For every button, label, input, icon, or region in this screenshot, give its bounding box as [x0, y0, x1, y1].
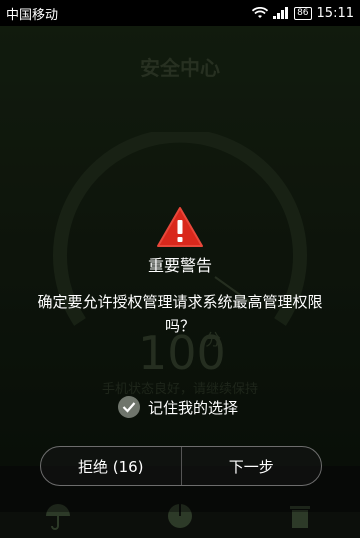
dialog-title: 重要警告 [147, 256, 212, 275]
status-icons: 86 15:11 [252, 6, 354, 21]
reject-button[interactable]: 拒绝 (16) [41, 447, 182, 485]
next-step-button[interactable]: 下一步 [182, 447, 322, 485]
status-bar: 中国移动 86 15:11 [0, 0, 360, 26]
checkmark-icon [118, 396, 140, 418]
remember-choice-label: 记住我的选择 [148, 398, 239, 417]
signal-icon [273, 7, 289, 19]
wifi-icon [252, 7, 269, 18]
dialog-button-row: 拒绝 (16) 下一步 [40, 446, 322, 486]
warning-icon [157, 207, 203, 247]
dialog-message: 确定要允许授权管理请求系统最高管理权限吗？ [37, 293, 323, 335]
remember-choice-checkbox[interactable]: 记住我的选择 [118, 396, 238, 418]
warning-dialog: 重要警告 确定要允许授权管理请求系统最高管理权限吗？ 记住我的选择 拒绝 (16… [0, 0, 360, 512]
battery-icon: 86 [294, 6, 312, 20]
carrier-name: 中国移动 [6, 7, 59, 23]
clock: 15:11 [316, 5, 354, 21]
